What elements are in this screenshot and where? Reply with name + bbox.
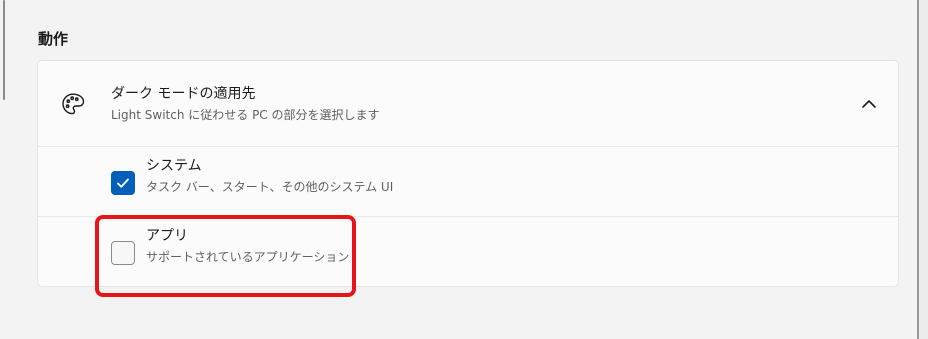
dark-mode-target-subtitle: Light Switch に従わせる PC の部分を選択します — [111, 108, 380, 122]
palette-icon — [60, 91, 86, 117]
option-row-system: システム タスク バー、スタート、その他のシステム UI — [38, 147, 898, 217]
right-pane-edge — [919, 0, 928, 339]
system-checkbox[interactable] — [111, 171, 135, 195]
dark-mode-target-card: ダーク モードの適用先 Light Switch に従わせる PC の部分を選択… — [37, 60, 899, 287]
option-row-apps: アプリ サポートされているアプリケーション — [38, 217, 898, 286]
system-option-label: システム — [146, 158, 202, 174]
apps-checkbox[interactable] — [111, 241, 135, 265]
dark-mode-target-title: ダーク モードの適用先 — [111, 86, 256, 102]
section-title: 動作 — [38, 30, 69, 48]
apps-option-label: アプリ — [146, 228, 188, 244]
left-scrollbar[interactable] — [3, 0, 5, 100]
apps-option-description: サポートされているアプリケーション — [146, 250, 350, 264]
dark-mode-target-header[interactable]: ダーク モードの適用先 Light Switch に従わせる PC の部分を選択… — [38, 61, 898, 147]
chevron-up-icon[interactable] — [856, 91, 882, 117]
system-option-description: タスク バー、スタート、その他のシステム UI — [146, 180, 394, 194]
checkmark-icon — [117, 178, 129, 188]
